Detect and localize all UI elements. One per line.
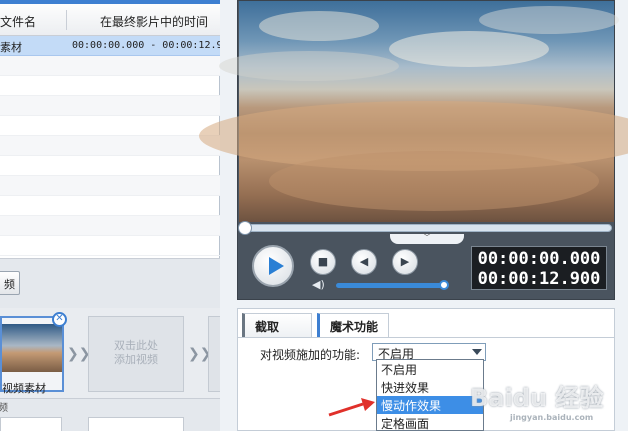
watermark: Baidu 经验 jingyan.baidu.com: [470, 378, 620, 428]
column-divider[interactable]: [66, 10, 67, 30]
video-player: ﹀ ■ ◀ ▶ ◀) 00:00:00.000 00:00:12.900: [199, 0, 628, 300]
left-panel: 文件名 在最终影片中的时间 素材 00:00:00.000 - 00:00:12…: [0, 0, 220, 431]
annotation-arrow-icon: [328, 398, 375, 417]
watermark-main: Baidu 经验: [470, 384, 604, 412]
table-row-empty: [0, 196, 220, 216]
cloud-shape: [479, 6, 619, 34]
file-list: 素材 00:00:00.000 - 00:00:12.9: [0, 36, 220, 258]
table-row-empty: [0, 216, 220, 236]
clip-thumbnail: [2, 324, 62, 372]
bottom-strip-label: 频: [0, 403, 8, 414]
bottom-slot[interactable]: [0, 417, 62, 431]
collapse-toggle[interactable]: ﹀: [390, 234, 464, 244]
watermark-sub: jingyan.baidu.com: [510, 413, 594, 422]
tab-trim[interactable]: 截取: [242, 313, 312, 337]
total-time: 00:00:12.900: [477, 269, 601, 289]
add-slot-line2: 添加视频: [114, 353, 158, 366]
table-row-empty: [0, 116, 220, 136]
option-slow-motion[interactable]: 慢动作效果: [377, 396, 483, 414]
table-row-empty: [0, 96, 220, 116]
bottom-slot[interactable]: [88, 417, 184, 431]
table-row-empty: [0, 76, 220, 96]
table-row[interactable]: 素材 00:00:00.000 - 00:00:12.9: [0, 36, 220, 56]
add-video-slot[interactable]: 双击此处 添加视频: [88, 316, 184, 392]
bottom-strip: 频: [0, 398, 220, 431]
file-list-header: 文件名 在最终影片中的时间: [0, 4, 220, 36]
option-disabled[interactable]: 不启用: [377, 360, 483, 378]
table-row-empty: [0, 136, 220, 156]
seek-bar[interactable]: [238, 221, 612, 235]
video-preview[interactable]: [199, 1, 628, 222]
chevron-down-icon[interactable]: [472, 349, 482, 355]
clip-label: 视频素材: [2, 382, 46, 395]
cloud-shape: [219, 51, 399, 81]
column-header-filename[interactable]: 文件名: [0, 13, 36, 30]
option-fast-forward[interactable]: 快进效果: [377, 378, 483, 396]
cloud-shape: [269, 151, 599, 211]
tab-divider: [238, 337, 614, 338]
current-time: 00:00:00.000: [477, 249, 601, 269]
app-window: 文件名 在最终影片中的时间 素材 00:00:00.000 - 00:00:12…: [0, 0, 628, 431]
table-row-empty: [0, 56, 220, 76]
table-row-empty: [0, 236, 220, 256]
magic-function-options: 不启用 快进效果 慢动作效果 定格画面: [376, 359, 484, 431]
tab-magic[interactable]: 魔术功能: [317, 313, 389, 337]
option-freeze-frame[interactable]: 定格画面: [377, 414, 483, 431]
stop-icon: ■: [317, 255, 329, 268]
volume-slider[interactable]: [336, 283, 444, 288]
volume-handle[interactable]: [439, 280, 449, 290]
play-button[interactable]: [252, 245, 294, 287]
speaker-icon[interactable]: ◀): [312, 279, 326, 291]
file-time-cell: 00:00:00.000 - 00:00:12.9: [72, 40, 220, 51]
file-name-cell: 素材: [0, 41, 22, 54]
cloud-shape: [389, 31, 549, 67]
column-header-time[interactable]: 在最终影片中的时间: [100, 13, 208, 30]
step-forward-icon: ▶: [400, 255, 410, 268]
chevron-right-icon: ❯❯: [67, 346, 91, 362]
list-toolbar: 频: [0, 258, 220, 308]
storyboard: 视频素材 ✕ ❯❯ 双击此处 添加视频 ❯❯: [0, 308, 220, 398]
remove-clip-icon[interactable]: ✕: [52, 312, 67, 327]
time-display: 00:00:00.000 00:00:12.900: [471, 246, 607, 290]
cloud-shape: [259, 11, 379, 41]
table-row-empty: [0, 176, 220, 196]
seek-handle[interactable]: [238, 221, 252, 235]
step-forward-button[interactable]: ▶: [392, 249, 418, 275]
step-back-icon: ◀: [359, 255, 369, 268]
storyboard-clip[interactable]: 视频素材: [0, 316, 64, 395]
step-back-button[interactable]: ◀: [351, 249, 377, 275]
magic-function-label: 对视频施加的功能:: [260, 348, 361, 362]
add-slot-line1: 双击此处: [114, 339, 158, 352]
stop-button[interactable]: ■: [310, 249, 336, 275]
table-row-empty: [0, 156, 220, 176]
list-action-button[interactable]: 频: [0, 271, 20, 295]
next-slot[interactable]: [208, 316, 220, 392]
